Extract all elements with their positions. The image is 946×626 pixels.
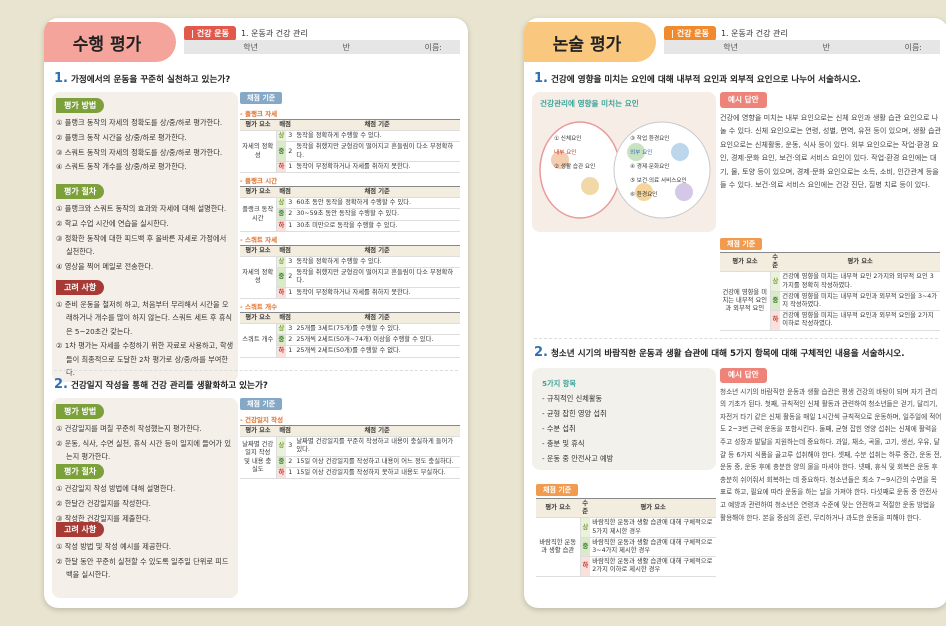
divider bbox=[54, 370, 458, 371]
page-title: 논술 평가 bbox=[524, 22, 656, 62]
class-field[interactable]: 반 bbox=[756, 42, 848, 53]
q1-procedure: 평가 절차 ① 플랭크와 스쿼트 동작의 효과와 자세에 대해 설명한다. ② … bbox=[56, 184, 234, 274]
criteria-section: - 스쿼트 자세 bbox=[240, 235, 278, 244]
question-1: 1. 가정에서의 운동을 꾸준히 실천하고 있는가? bbox=[54, 71, 231, 86]
category-badge: | 건강 운동 bbox=[184, 26, 236, 41]
criteria-section: - 플랭크 자세 bbox=[240, 110, 278, 118]
q1-considerations: 고려 사항 ① 준비 운동을 철저히 하고, 처음부터 무리해서 시간을 오래하… bbox=[56, 280, 234, 380]
q2-scoring-table: 채점 기준 평가 요소 수준 평가 요소 바람직한 운동과 생활 습관 상 바람직한 운… bbox=[536, 484, 716, 577]
student-info-bar: 학년 반 이름: bbox=[184, 40, 460, 54]
question-1: 1. 건강에 영향을 미치는 요인에 대해 내부적 요인과 외부적 요인으로 나누… bbox=[534, 71, 861, 86]
unit-tag: | 건강 운동 1. 운동과 건강 관리 bbox=[184, 26, 308, 41]
q2-items-box: 5가지 항목 - 규칙적인 신체활동 - 균형 잡힌 영양 섭취 - 수분 섭취… bbox=[532, 368, 716, 470]
table-row: 자세의 정확성 상 3 동작을 정확하게 수행할 수 있다. bbox=[240, 130, 460, 174]
class-field[interactable]: 반 bbox=[276, 42, 368, 53]
q2-guide-box: 평가 방법 ① 건강일지를 며칠 꾸준히 작성했는지 평가한다. ② 운동, 식… bbox=[52, 398, 238, 598]
table-row: 플랭크 동작 시간 상 3 60초 동안 동작을 정확하게 수행할 수 있다. bbox=[240, 197, 460, 232]
q1-guide-box: 평가 방법 ① 플랭크 동작의 자세의 정확도를 상/중/하로 평가한다. ② … bbox=[52, 92, 238, 382]
question-2: 2. 건강일지 작성을 통해 건강 관리를 생활화하고 있는가? bbox=[54, 377, 268, 392]
q1-example-answer: 예시 답안 건강에 영향을 미치는 내부 요인으로는 신체 요인과 생활 습관 … bbox=[720, 92, 942, 192]
q1-scoring-table: 채점 기준 평가 요소 수준 평가 요소 건강에 영향을 미치는 내부적 요인과 외… bbox=[720, 238, 940, 331]
unit-title: 1. 운동과 건강 관리 bbox=[720, 29, 788, 38]
criteria-table: 평가 요소 배점 채점 기준 플랭크 동작 시간 상 3 60초 동안 동작을 정확하게 수… bbox=[240, 186, 460, 232]
unit-tag: | 건강 운동 1. 운동과 건강 관리 bbox=[664, 26, 788, 41]
name-field[interactable]: 이름: bbox=[848, 42, 940, 53]
q1-method: 평가 방법 ① 플랭크 동작의 자세의 정확도를 상/중/하로 평가한다. ② … bbox=[56, 98, 234, 175]
q2-method: 평가 방법 ① 건강일지를 며칠 꾸준히 작성했는지 평가한다. ② 운동, 식… bbox=[56, 404, 234, 465]
question-2: 2. 청소년 시기의 바람직한 운동과 생활 습관에 대해 5가지 항목에 대해 … bbox=[534, 345, 905, 360]
factors-diagram: 건강관리에 영향을 미치는 요인 ① 신체요인 내부 요인 ② 생활 습관 요인… bbox=[532, 92, 716, 232]
unit-title: 1. 운동과 건강 관리 bbox=[240, 29, 308, 38]
q2-procedure: 평가 절차 ① 건강일지 작성 방법에 대해 설명한다. ② 한달간 건강일지를… bbox=[56, 464, 234, 526]
criteria-table: 평가 요소 배점 채점 기준 스쿼트 개수 상 3 25개를 3세트(75개)를 수행할 수… bbox=[240, 311, 460, 358]
table-row: 자세의 정확성 상 3 동작을 정확하게 수행할 수 있다. bbox=[240, 256, 460, 299]
q2-criteria-table: 평가 요소 배점 채점 기준 날짜별 건강일지 작성 및 내용 충실도 상 3 날짜별 건… bbox=[240, 424, 460, 480]
name-field[interactable]: 이름: bbox=[368, 42, 460, 53]
q2-scoring-table: 채점 기준 - 건강일지 작성 평가 요소 배점 채점 기준 날짜별 건강일지 작성… bbox=[240, 398, 460, 480]
right-page: 논술 평가 | 건강 운동 1. 운동과 건강 관리 학년 반 이름: 1. 건강에 영… bbox=[524, 18, 946, 608]
criteria-table: 평가 요소 배점 채점 기준 자세의 정확성 상 3 동작을 정확하게 수행할 수 있다. 중… bbox=[240, 244, 460, 299]
table-row: 스쿼트 개수 상 3 25개를 3세트(75개)를 수행할 수 있다. bbox=[240, 323, 460, 358]
student-info-bar: 학년 반 이름: bbox=[664, 40, 940, 54]
q1-scoring-table: 채점 기준 - 플랭크 자세 평가 요소 배점 채점 기준 자세의 정확성 상 3 동작을 정… bbox=[240, 92, 460, 358]
grade-field[interactable]: 학년 bbox=[184, 42, 276, 53]
page-title: 수행 평가 bbox=[44, 22, 176, 62]
left-page: 수행 평가 | 건강 운동 1. 운동과 건강 관리 학년 반 이름: 1. 가정에서의… bbox=[44, 18, 468, 608]
q2-considerations: 고려 사항 ① 작성 방법 및 작성 예시를 제공한다. ② 한달 동안 꾸준히… bbox=[56, 522, 234, 583]
criteria-section: - 스쿼트 개수 bbox=[240, 302, 278, 311]
category-badge: | 건강 운동 bbox=[664, 26, 716, 41]
q2-example-answer: 예시 답안 청소년 시기의 바람직한 운동과 생활 습관은 평생 건강의 바탕이… bbox=[720, 368, 942, 522]
grade-field[interactable]: 학년 bbox=[664, 42, 756, 53]
criteria-section: - 플랭크 시간 bbox=[240, 177, 278, 186]
criteria-table: 평가 요소 배점 채점 기준 자세의 정확성 상 3 동작을 정확하게 수행할 수 있다. 중… bbox=[240, 118, 460, 174]
divider bbox=[534, 338, 938, 339]
